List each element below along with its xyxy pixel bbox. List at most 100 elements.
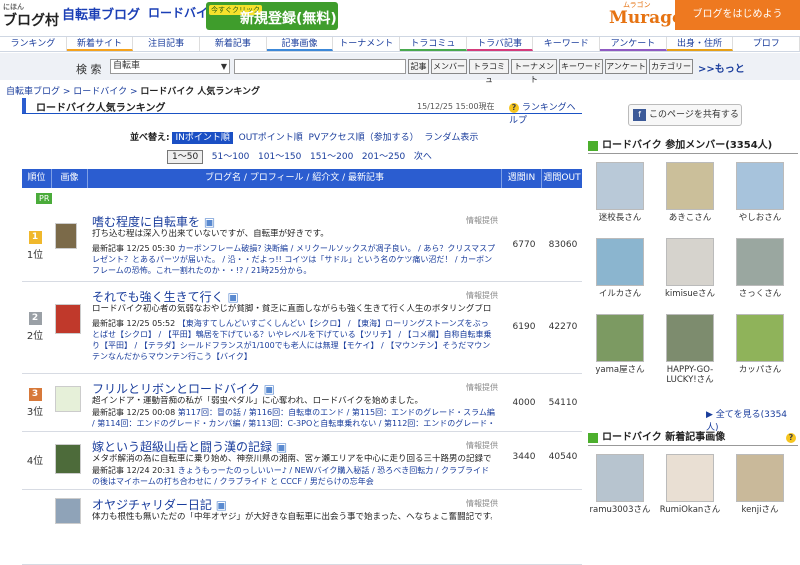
member-item[interactable]: あきこさん (658, 162, 722, 223)
category-bicycle-link[interactable]: 自転車ブログ (62, 4, 140, 23)
photo-item[interactable]: kenjiさん (728, 454, 792, 515)
search-survey-button[interactable]: アンケート (605, 59, 647, 74)
pagination: 1～50 51～100 101～150 151～200 201～250 次へ (167, 149, 432, 164)
page-151-200[interactable]: 151～200 (310, 152, 353, 162)
nav-keyword[interactable]: キーワード (533, 37, 601, 51)
blog-title-link[interactable]: 嗜む程度に自転車を ▣ (92, 213, 215, 230)
photo-item[interactable]: ramu3003さん (588, 454, 652, 515)
search-members-button[interactable]: メンバー (431, 59, 467, 74)
chevron-down-icon: ▼ (220, 62, 227, 71)
nav-post-images[interactable]: 記事画像 (266, 37, 334, 51)
blog-title-link[interactable]: それでも強く生きて行く ▣ (92, 288, 239, 305)
search-tournament-button[interactable]: トーナメント (511, 59, 557, 84)
member-avatar (666, 314, 714, 362)
profile-icon: ▣ (227, 290, 239, 304)
latest-posts[interactable]: 最新記事 12/24 20:31 きょうもっーたのっしいいー♪ / NEWバイク… (92, 465, 496, 487)
table-row: 4位 嫁という超級山岳と闘う漢の記録 ▣ 情報提供 メタボ解消の為に自転車に乗り… (22, 432, 582, 490)
search-more-link[interactable]: >>もっと (698, 60, 745, 75)
search-posts-button[interactable]: 記事 (408, 59, 429, 74)
page-51-100[interactable]: 51～100 (212, 152, 250, 162)
latest-posts[interactable]: 最新記事 12/25 05:30 カーボンフレーム破損? 決断編 / メリクール… (92, 243, 496, 276)
post-image (596, 454, 644, 502)
latest-posts[interactable]: 最新記事 12/25 05:52 【東海すてしんどいすごくしんどい【シクロ】 /… (92, 318, 496, 362)
member-item[interactable]: 迷校長さん (588, 162, 652, 223)
breadcrumb-roadbike[interactable]: ロードバイク (73, 87, 127, 97)
search-tracommu-button[interactable]: トラコミュ (469, 59, 509, 84)
member-avatar (736, 162, 784, 210)
members-heading: ロードバイク 参加メンバー(3354人) (588, 138, 798, 154)
page-next[interactable]: 次へ (414, 152, 432, 162)
ranking-title-bar: ロードバイク人気ランキング 15/12/25 15:00現在 ? ランキングヘル… (22, 97, 582, 126)
search-keyword-button[interactable]: キーワード (559, 59, 603, 74)
nav-trackback[interactable]: トラバ記事 (466, 37, 534, 51)
table-row: 2 2位 それでも強く生きて行く ▣ 情報提供 ロードバイク初心者の気弱なおやじが… (22, 282, 582, 374)
site-header: にほん ブログ村 自転車ブログ ロードバイク 今すぐクリック 新規登録(無料) ム… (0, 0, 800, 36)
photo-item[interactable]: RumiOkanさん (658, 454, 722, 515)
page-101-150[interactable]: 101～150 (258, 152, 301, 162)
breadcrumb-bicycle[interactable]: 自転車ブログ (6, 87, 60, 97)
sort-pv-access[interactable]: PVアクセス順（参加する） (309, 133, 419, 143)
nav-hometown[interactable]: 出身・住所 (666, 37, 734, 51)
blog-thumbnail[interactable] (55, 386, 81, 412)
blog-thumbnail[interactable] (55, 444, 81, 474)
blog-thumbnail[interactable] (55, 304, 81, 334)
new-images-heading: ロードバイク 新着記事画像? (588, 430, 798, 446)
member-item[interactable]: やしおさん (728, 162, 792, 223)
blog-title-link[interactable]: オヤジチャリダー日記 ▣ (92, 496, 227, 513)
page-1-50[interactable]: 1～50 (167, 150, 204, 164)
nav-new-sites[interactable]: 新着サイト (66, 37, 134, 51)
weekly-in: 4000 (512, 398, 536, 408)
arrow-right-icon: ▶ (706, 410, 713, 420)
member-item[interactable]: カッパさん (728, 314, 792, 375)
question-icon: ? (786, 433, 796, 443)
main-nav: ランキング 新着サイト 注目記事 新着記事 記事画像 トーナメント トラコミュ … (0, 36, 800, 52)
latest-posts[interactable]: 最新記事 12/25 00:08 第117回：冒の話 / 第116回：自転車のエ… (92, 407, 496, 429)
member-item[interactable]: イルカさん (588, 238, 652, 299)
weekly-in: 3440 (512, 452, 536, 462)
nav-profile[interactable]: プロフ (733, 37, 800, 51)
start-blog-button[interactable]: ブログをはじめよう (675, 0, 800, 30)
nav-featured-posts[interactable]: 注目記事 (133, 37, 201, 51)
member-item[interactable]: yama屋さん (588, 314, 652, 375)
sort-out-points[interactable]: OUTポイント順 (239, 133, 303, 143)
weekly-out: 54110 (548, 398, 578, 408)
nav-tracommu[interactable]: トラコミュ (400, 37, 467, 51)
blog-title-link[interactable]: フリルとリボンとロードバイク ▣ (92, 380, 275, 397)
muragon-logo[interactable]: ムラゴン Muragon (605, 0, 696, 36)
member-avatar (596, 238, 644, 286)
table-row: 3 3位 フリルとリボンとロードバイク ▣ 情報提供 超インドア・運動音痴の私が「… (22, 374, 582, 432)
weekly-out: 40540 (548, 452, 578, 462)
weekly-out: 42270 (548, 322, 578, 332)
blog-description: 体力も根性も無いただの「中年オヤジ」が大好きな自転車に出会う事で始まった、へなち… (92, 512, 492, 522)
search-label: 検 索 (76, 63, 102, 76)
nav-new-posts[interactable]: 新着記事 (200, 37, 267, 51)
nav-tournament[interactable]: トーナメント (333, 37, 401, 51)
blog-thumbnail[interactable] (55, 223, 77, 249)
blog-description: 超インドア・運動音痴の私が「弱虫ペダル」に心奪われ、ロードバイクを始めました。 (92, 396, 423, 406)
sort-random[interactable]: ランダム表示 (424, 133, 478, 143)
member-item[interactable]: さっくさん (728, 238, 792, 299)
search-input[interactable] (234, 59, 406, 74)
blog-title-link[interactable]: 嫁という超級山岳と闘う漢の記録 ▣ (92, 438, 287, 455)
member-avatar (666, 162, 714, 210)
sort-options: 並べ替え: INポイント順 OUTポイント順 PVアクセス順（参加する） ランダ… (130, 132, 479, 144)
nav-survey[interactable]: アンケート (600, 37, 667, 51)
gold-medal-icon: 1 (28, 231, 42, 244)
blog-description: ロードバイク初心者の気弱なおやじが貧脚・貧乏に直面しながらも強く生きて行く人生の… (92, 304, 492, 314)
register-button[interactable]: 今すぐクリック 新規登録(無料) (206, 2, 338, 30)
ranking-help-link[interactable]: ? ランキングヘルプ (509, 100, 582, 126)
sort-in-points[interactable]: INポイント順 (172, 132, 233, 144)
blogmura-logo[interactable]: にほん ブログ村 (3, 3, 59, 30)
member-item[interactable]: HAPPY-GO-LUCKY!さん (658, 314, 722, 385)
member-item[interactable]: kimisueさん (658, 238, 722, 299)
page-201-250[interactable]: 201～250 (362, 152, 405, 162)
post-image (736, 454, 784, 502)
share-button[interactable]: f このページを共有する (628, 104, 742, 126)
blog-thumbnail[interactable] (55, 498, 81, 524)
ranking-list: 1 1位 嗜む程度に自転車を ▣ 情報提供 打ち込む程は深入り出来ていないですが、… (22, 207, 582, 565)
breadcrumb-current: ロードバイク 人気ランキング (140, 87, 261, 97)
search-category-select[interactable]: 自転車 ▼ (110, 59, 230, 74)
nav-ranking[interactable]: ランキング (0, 37, 67, 51)
search-category-button[interactable]: カテゴリー (649, 59, 693, 74)
blog-description: 打ち込む程は深入り出来ていないですが、自転車が好きです。 (92, 229, 329, 239)
